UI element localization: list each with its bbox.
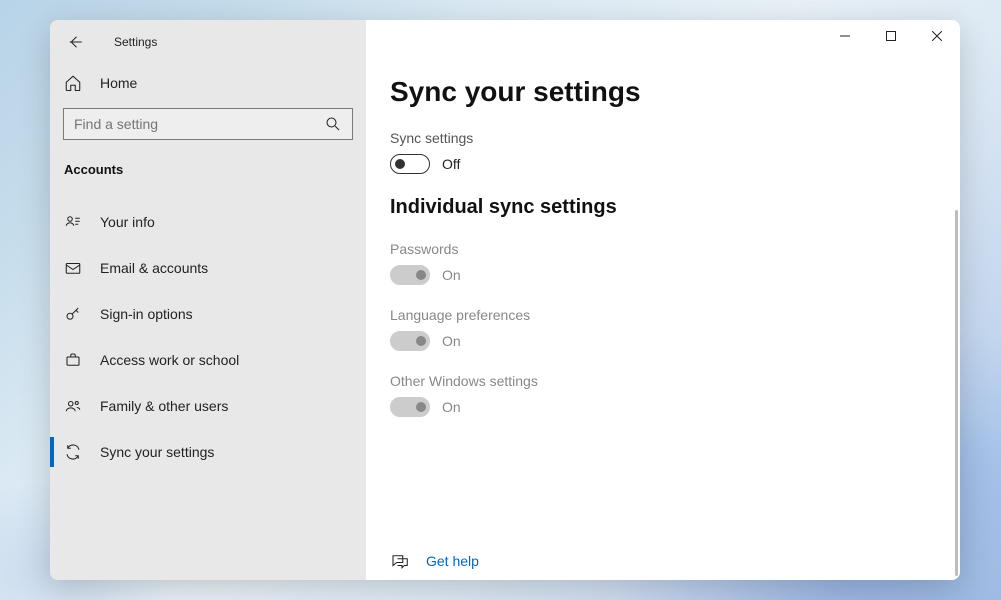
- minimize-button[interactable]: [822, 20, 868, 52]
- sidebar-item-signin-options[interactable]: Sign-in options: [50, 291, 366, 337]
- sidebar-item-label: Access work or school: [100, 352, 239, 368]
- individual-sync-title: Individual sync settings: [390, 196, 936, 219]
- sidebar-nav: Your info Email & accounts Sign-in optio…: [50, 199, 366, 475]
- page-title: Sync your settings: [390, 76, 936, 108]
- sidebar-item-sync-settings[interactable]: Sync your settings: [50, 429, 366, 475]
- sidebar-item-label: Family & other users: [100, 398, 228, 414]
- search-input[interactable]: [74, 116, 324, 132]
- other-windows-label: Other Windows settings: [390, 373, 936, 389]
- titlebar-left: Settings: [50, 20, 366, 64]
- other-windows-row: On: [390, 397, 936, 417]
- back-button[interactable]: [64, 31, 86, 53]
- home-label: Home: [100, 75, 137, 91]
- home-icon: [64, 74, 82, 92]
- sidebar-item-label: Your info: [100, 214, 155, 230]
- passwords-row: On: [390, 265, 936, 285]
- arrow-left-icon: [66, 33, 84, 51]
- other-windows-toggle[interactable]: [390, 397, 430, 417]
- briefcase-icon: [64, 351, 82, 369]
- key-icon: [64, 305, 82, 323]
- sidebar: Settings Home Accounts Your info: [50, 20, 366, 580]
- language-pref-state: On: [442, 333, 461, 349]
- sync-settings-state: Off: [442, 156, 460, 172]
- language-pref-toggle[interactable]: [390, 331, 430, 351]
- sync-settings-row: Off: [390, 154, 936, 174]
- help-chat-icon: [390, 552, 408, 570]
- sidebar-item-label: Sign-in options: [100, 306, 193, 322]
- window-controls: [366, 20, 960, 64]
- maximize-button[interactable]: [868, 20, 914, 52]
- close-button[interactable]: [914, 20, 960, 52]
- passwords-label: Passwords: [390, 241, 936, 257]
- vertical-scrollbar[interactable]: [955, 210, 958, 576]
- search-box[interactable]: [63, 108, 353, 140]
- sidebar-item-your-info[interactable]: Your info: [50, 199, 366, 245]
- passwords-state: On: [442, 267, 461, 283]
- search-container: [50, 108, 366, 140]
- passwords-toggle[interactable]: [390, 265, 430, 285]
- sync-settings-label: Sync settings: [390, 130, 936, 146]
- mail-icon: [64, 259, 82, 277]
- sidebar-item-family-users[interactable]: Family & other users: [50, 383, 366, 429]
- sidebar-item-label: Email & accounts: [100, 260, 208, 276]
- main-pane: Sync your settings Sync settings Off Ind…: [366, 20, 960, 580]
- settings-window: Settings Home Accounts Your info: [50, 20, 960, 580]
- person-card-icon: [64, 213, 82, 231]
- language-pref-label: Language preferences: [390, 307, 936, 323]
- sidebar-item-email-accounts[interactable]: Email & accounts: [50, 245, 366, 291]
- get-help-link[interactable]: Get help: [390, 552, 479, 570]
- sync-icon: [64, 443, 82, 461]
- other-windows-state: On: [442, 399, 461, 415]
- people-icon: [64, 397, 82, 415]
- search-icon: [324, 115, 342, 133]
- content-area: Sync your settings Sync settings Off Ind…: [366, 64, 960, 580]
- sidebar-section-header: Accounts: [50, 140, 366, 185]
- sidebar-item-label: Sync your settings: [100, 444, 214, 460]
- sidebar-item-work-school[interactable]: Access work or school: [50, 337, 366, 383]
- sync-settings-toggle[interactable]: [390, 154, 430, 174]
- home-button[interactable]: Home: [50, 64, 366, 102]
- language-pref-row: On: [390, 331, 936, 351]
- app-title: Settings: [114, 35, 157, 49]
- get-help-label: Get help: [426, 553, 479, 569]
